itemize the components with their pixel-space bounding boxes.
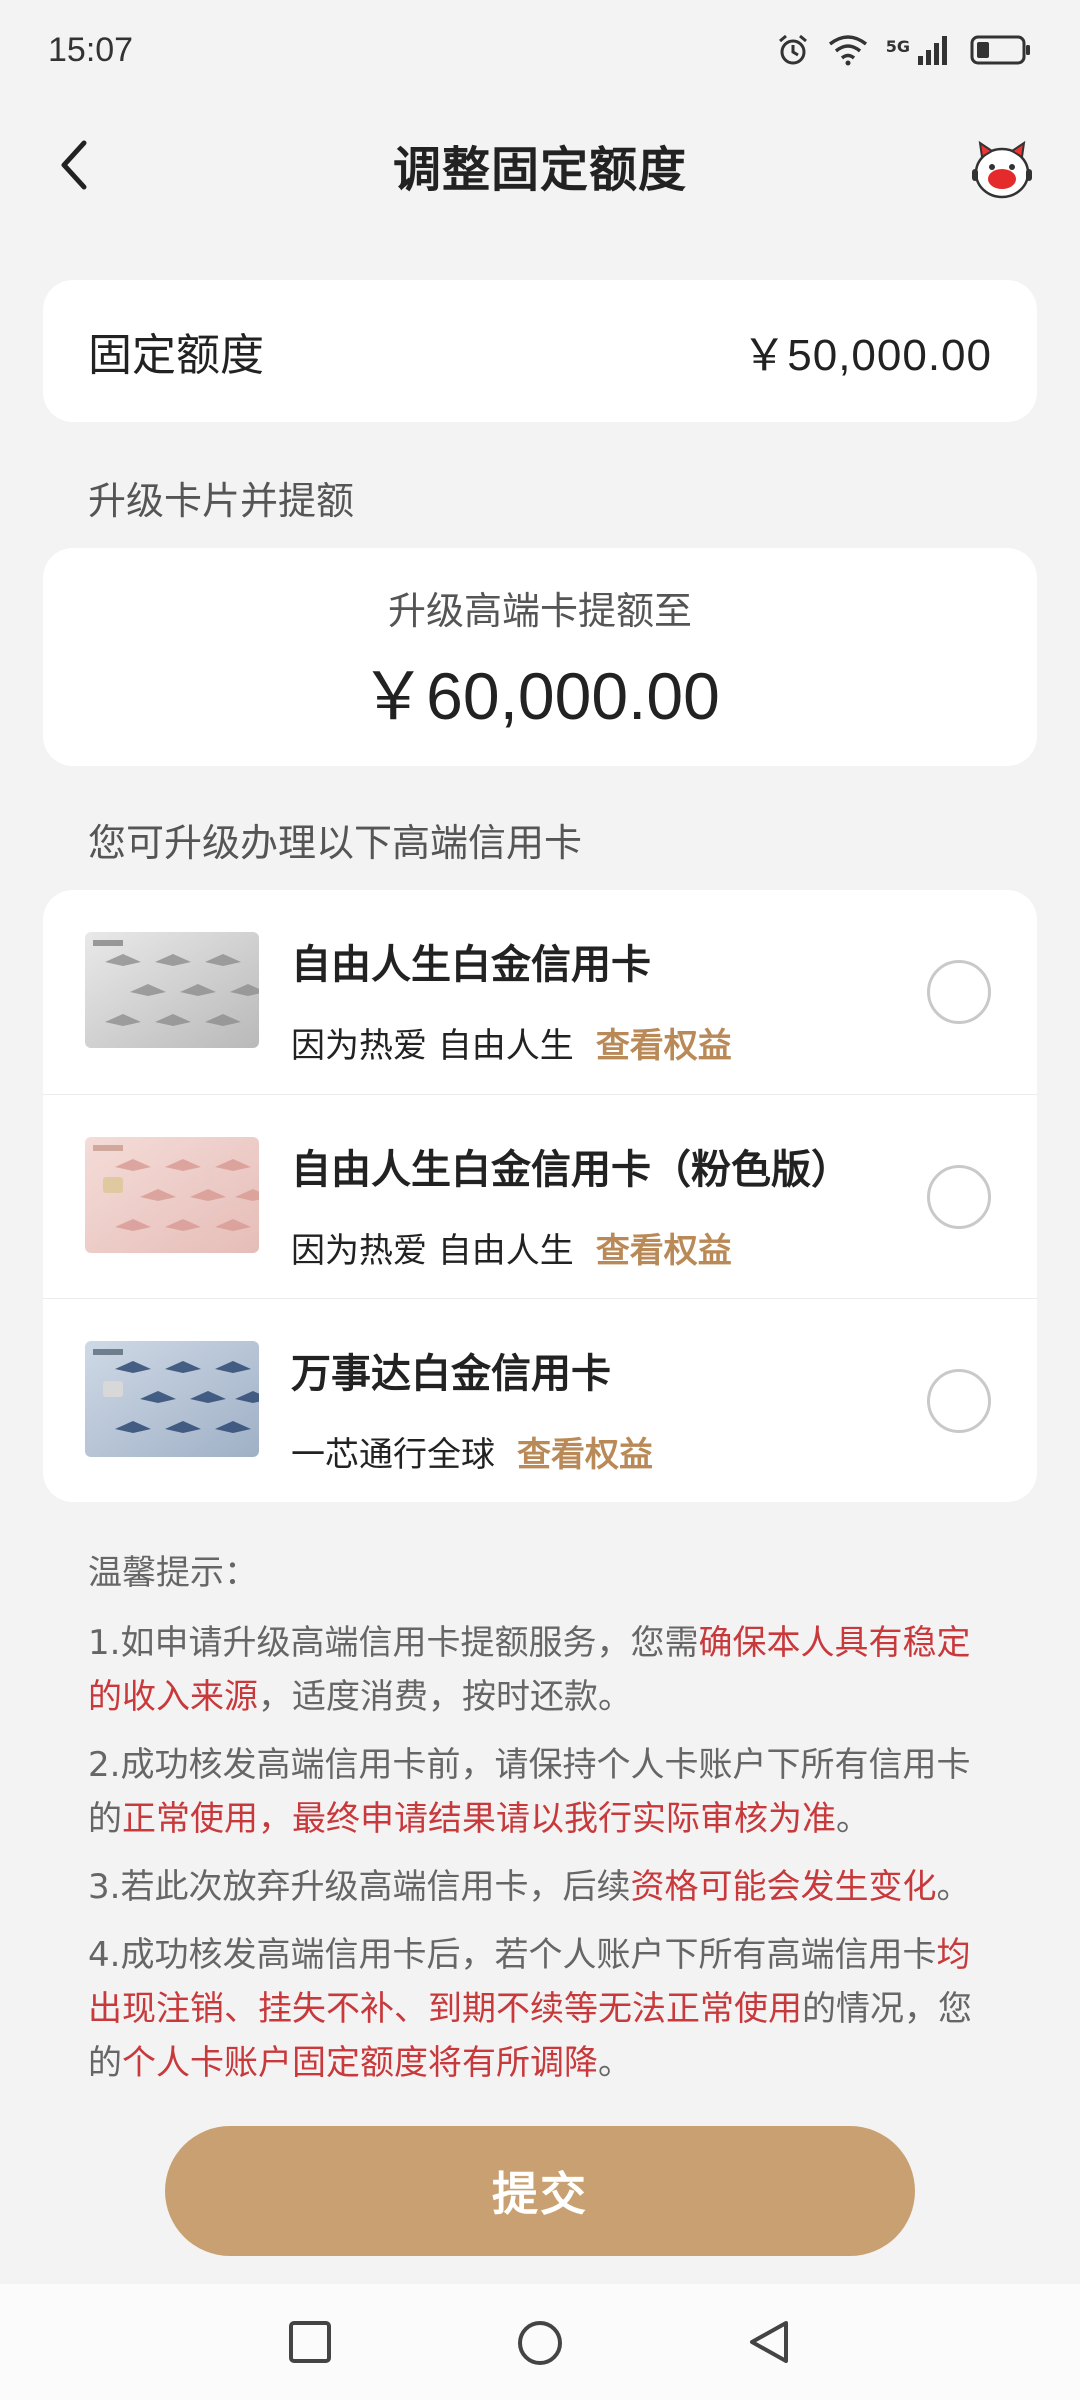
fixed-limit-panel: 固定额度 ￥50,000.00 bbox=[43, 280, 1037, 422]
card-slogan-text: 因为热爱 自由人生 bbox=[291, 1026, 574, 1066]
tip-item: 4.成功核发高端信用卡后，若个人账户下所有高端信用卡均出现注销、挂失不补、到期不… bbox=[88, 1928, 998, 2090]
recent-apps-icon[interactable] bbox=[286, 2318, 334, 2366]
home-icon[interactable] bbox=[515, 2318, 565, 2368]
tip-text: 4.成功核发高端信用卡后，若个人账户下所有高端信用卡 bbox=[88, 1935, 937, 1975]
tip-item: 2.成功核发高端信用卡前，请保持个人卡账户下所有信用卡的正常使用，最终申请结果请… bbox=[88, 1738, 998, 1846]
status-bar: 15:07 5G bbox=[0, 0, 1080, 100]
status-icons: 5G bbox=[776, 33, 1032, 67]
page-title: 调整固定额度 bbox=[392, 142, 687, 198]
card-option-mastercard[interactable]: 万事达白金信用卡 一芯通行全球 查看权益 bbox=[43, 1298, 1037, 1502]
tips-title: 温馨提示： bbox=[88, 1553, 258, 1593]
network-type: 5G bbox=[885, 37, 910, 56]
back-arrow-icon[interactable] bbox=[50, 137, 106, 193]
view-benefits-link[interactable]: 查看权益 bbox=[596, 1026, 732, 1066]
mascot-assistant-icon[interactable] bbox=[968, 135, 1036, 203]
submit-button[interactable]: 提交 bbox=[165, 2126, 915, 2256]
tip-text: 3.若此次放弃升级高端信用卡，后续 bbox=[88, 1867, 631, 1907]
card-slogan: 因为热爱 自由人生 查看权益 bbox=[291, 1018, 732, 1067]
card-slogan: 因为热爱 自由人生 查看权益 bbox=[291, 1223, 732, 1272]
back-icon[interactable] bbox=[746, 2318, 794, 2366]
fixed-limit-value: ￥50,000.00 bbox=[742, 331, 992, 380]
card-list: 自由人生白金信用卡 因为热爱 自由人生 查看权益 自由人生白金信用卡（粉色版） … bbox=[43, 890, 1037, 1502]
upgrade-amount: ￥60,000.00 bbox=[360, 659, 720, 733]
view-benefits-link[interactable]: 查看权益 bbox=[517, 1435, 653, 1475]
nav-bar: 调整固定额度 bbox=[0, 115, 1080, 215]
status-time: 15:07 bbox=[48, 30, 134, 69]
cards-section-title: 您可升级办理以下高端信用卡 bbox=[88, 821, 583, 865]
tip-highlight: 正常使用，最终申请结果请以我行实际审核为准 bbox=[122, 1799, 836, 1839]
system-nav-bar bbox=[0, 2284, 1080, 2400]
card-image-pink bbox=[85, 1137, 259, 1253]
card-slogan: 一芯通行全球 查看权益 bbox=[291, 1427, 653, 1476]
upgrade-panel: 升级高端卡提额至 ￥60,000.00 bbox=[43, 548, 1037, 766]
view-benefits-link[interactable]: 查看权益 bbox=[596, 1231, 732, 1271]
card-option-freedom-silver[interactable]: 自由人生白金信用卡 因为热爱 自由人生 查看权益 bbox=[43, 890, 1037, 1094]
card-image-blue bbox=[85, 1341, 259, 1457]
tip-text: ，适度消费，按时还款。 bbox=[258, 1677, 632, 1717]
tip-text: 。 bbox=[598, 2043, 632, 2083]
alarm-icon bbox=[778, 34, 807, 65]
tip-text: 。 bbox=[936, 1867, 971, 1907]
card-name: 自由人生白金信用卡（粉色版） bbox=[291, 1147, 851, 1193]
tip-highlight: 资格可能会发生变化 bbox=[630, 1867, 937, 1907]
card-select-radio[interactable] bbox=[927, 960, 991, 1024]
card-slogan-text: 一芯通行全球 bbox=[291, 1435, 495, 1475]
tips-section: 温馨提示： 1.如申请升级高端信用卡提额服务，您需确保本人具有稳定的收入来源，适… bbox=[88, 1545, 998, 2104]
tip-text: 。 bbox=[836, 1799, 870, 1839]
upgrade-subtitle: 升级高端卡提额至 bbox=[387, 589, 692, 633]
tip-item: 3.若此次放弃升级高端信用卡，后续资格可能会发生变化。 bbox=[88, 1860, 998, 1914]
card-select-radio[interactable] bbox=[927, 1165, 991, 1229]
wifi-icon bbox=[828, 35, 867, 66]
tip-item: 1.如申请升级高端信用卡提额服务，您需确保本人具有稳定的收入来源，适度消费，按时… bbox=[88, 1616, 998, 1724]
signal-icon bbox=[918, 36, 947, 65]
fixed-limit-label: 固定额度 bbox=[88, 330, 264, 381]
battery-icon bbox=[970, 35, 1030, 65]
tip-highlight: 个人卡账户固定额度将有所调降 bbox=[122, 2043, 598, 2083]
card-select-radio[interactable] bbox=[927, 1369, 991, 1433]
card-option-freedom-pink[interactable]: 自由人生白金信用卡（粉色版） 因为热爱 自由人生 查看权益 bbox=[43, 1094, 1037, 1298]
tip-text: 1.如申请升级高端信用卡提额服务，您需 bbox=[88, 1623, 699, 1663]
card-name: 自由人生白金信用卡 bbox=[291, 942, 651, 988]
card-image-silver bbox=[85, 932, 259, 1048]
card-slogan-text: 因为热爱 自由人生 bbox=[291, 1231, 574, 1271]
upgrade-section-title: 升级卡片并提额 bbox=[88, 479, 355, 523]
card-name: 万事达白金信用卡 bbox=[291, 1351, 611, 1397]
